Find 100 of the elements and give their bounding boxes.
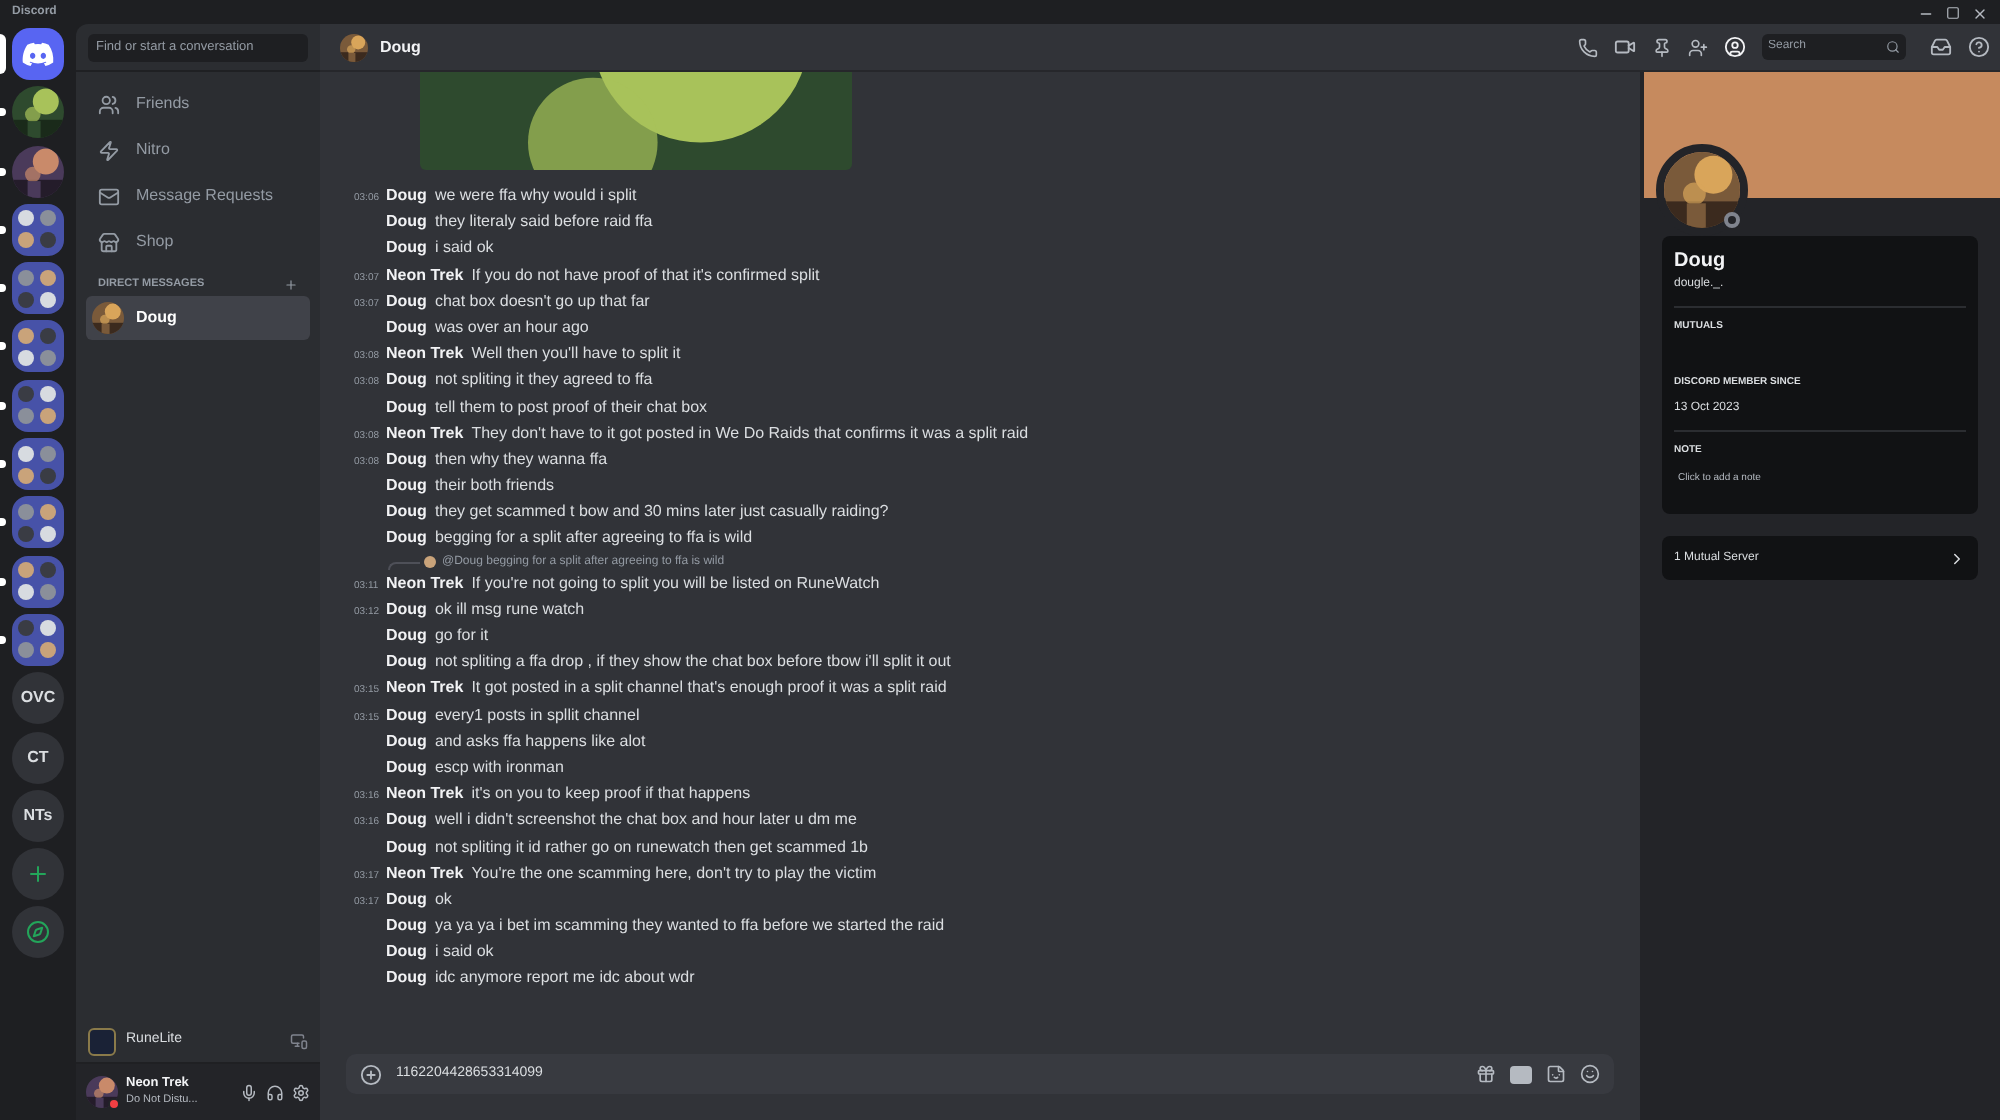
explore-button[interactable] xyxy=(12,906,64,959)
server-button[interactable] xyxy=(12,86,64,139)
message-text: not spliting it they agreed to ffa xyxy=(434,368,653,393)
message-author: Doug xyxy=(386,184,427,208)
person-icon xyxy=(98,93,120,115)
mail-icon xyxy=(98,185,120,207)
message-author: Doug xyxy=(386,474,427,499)
message-text: their both friends xyxy=(434,474,555,499)
message-text: i said ok xyxy=(434,236,494,261)
server-folder[interactable] xyxy=(12,613,64,666)
message-author: Doug xyxy=(386,289,427,314)
plus-icon[interactable] xyxy=(284,277,298,292)
chevron-right-icon xyxy=(1948,549,1966,567)
message-author: Neon Trek xyxy=(386,421,464,446)
reply-avatar xyxy=(424,556,436,569)
compass-icon xyxy=(26,920,50,945)
message-author: Doug xyxy=(386,210,427,235)
server-folder[interactable] xyxy=(12,438,64,491)
message-author: Neon Trek xyxy=(386,782,464,807)
message-text: You're the one scamming here, don't try to play the victim xyxy=(471,861,877,886)
server-folder[interactable] xyxy=(12,203,64,256)
message-author: Neon Trek xyxy=(386,861,464,886)
screen-icon[interactable] xyxy=(290,1032,308,1050)
message-text: ya ya ya i bet im scamming they wanted to ffa before we started the raid xyxy=(434,914,945,939)
profile-name: Doug xyxy=(1674,248,1728,276)
server-folder[interactable] xyxy=(12,262,64,315)
help-icon[interactable] xyxy=(1968,36,1990,58)
pin-icon[interactable] xyxy=(1652,37,1672,57)
message-text: They don't have to it got posted in We Do Raids that confirms it was a split raid xyxy=(471,421,1029,446)
message-text: they literaly said before raid ffa xyxy=(434,210,653,235)
gift-icon[interactable] xyxy=(1476,1064,1496,1084)
message-author: Doug xyxy=(386,624,427,648)
chat-title: Doug xyxy=(380,35,421,59)
emoji-icon[interactable] xyxy=(1580,1064,1600,1084)
lightning-icon xyxy=(98,139,120,161)
plus-icon xyxy=(26,862,50,887)
video-icon[interactable] xyxy=(1614,36,1636,58)
server-button[interactable]: OVC xyxy=(12,672,64,725)
headphones-icon[interactable] xyxy=(266,1083,284,1101)
message-text: tell them to post proof of their chat box xyxy=(434,395,708,419)
message-author: Neon Trek xyxy=(386,342,464,367)
message-text: we were ffa why would i split xyxy=(434,184,637,208)
message-text: It got posted in a split channel that's enough proof it was a split raid xyxy=(471,676,947,701)
server-folder[interactable] xyxy=(12,379,64,432)
message-author: Doug xyxy=(386,368,427,393)
dm-item[interactable]: Doug xyxy=(86,296,310,341)
message-text: every1 posts in spllit channel xyxy=(434,703,640,728)
message-text: begging for a split after agreeing to ffa is wild xyxy=(434,526,753,551)
add-server-button[interactable] xyxy=(12,848,64,901)
message-text: If you do not have proof of that it's confirmed split xyxy=(471,263,820,288)
message-author: Doug xyxy=(386,966,427,991)
message-text: ok ill msg rune watch xyxy=(434,597,585,622)
message-text: escp with ironman xyxy=(434,755,564,780)
server-folder[interactable] xyxy=(12,555,64,608)
microphone-icon[interactable] xyxy=(240,1083,258,1101)
message-text: not spliting a ffa drop , if they show the chat box before tbow i'll split it out xyxy=(434,650,951,675)
activity-icon xyxy=(88,1027,116,1055)
message-text: well i didn't screenshot the chat box and hour later u dm me xyxy=(434,808,857,833)
message-text: If you're not going to split you will be listed on RuneWatch xyxy=(471,571,880,596)
message-author: Doug xyxy=(386,887,427,912)
server-button[interactable] xyxy=(12,145,64,198)
message-text: go for it xyxy=(434,624,489,648)
message-author: Doug xyxy=(386,395,427,419)
inbox-icon[interactable] xyxy=(1930,36,1952,58)
server-button[interactable]: CT xyxy=(12,731,64,784)
message-author: Neon Trek xyxy=(386,676,464,701)
nav-item[interactable]: Message Requests xyxy=(86,174,310,218)
server-button[interactable]: NTs xyxy=(12,789,64,842)
message-text: i said ok xyxy=(434,940,494,965)
message-author: Doug xyxy=(386,914,427,939)
add-friend-icon[interactable] xyxy=(1688,37,1708,57)
message-text: and asks ffa happens like alot xyxy=(434,729,646,754)
home-button[interactable] xyxy=(12,28,64,80)
message-text: it's on you to keep proof if that happens xyxy=(471,782,751,807)
message-text: ok xyxy=(434,887,452,912)
nav-item[interactable]: Friends xyxy=(86,82,310,126)
message-author: Neon Trek xyxy=(386,571,464,596)
maximize-icon[interactable] xyxy=(1946,6,1960,20)
nav-item[interactable]: Shop xyxy=(86,220,310,264)
close-icon[interactable] xyxy=(1972,6,1988,22)
message-text: chat box doesn't go up that far xyxy=(434,289,650,314)
nav-item[interactable]: Nitro xyxy=(86,128,310,172)
message-text: Well then you'll have to split it xyxy=(471,342,681,367)
profile-icon[interactable] xyxy=(1724,36,1746,58)
add-attachment-icon[interactable] xyxy=(360,1063,382,1085)
server-folder[interactable] xyxy=(12,496,64,549)
message-author: Doug xyxy=(386,835,427,859)
message-text: then why they wanna ffa xyxy=(434,447,608,472)
server-folder[interactable] xyxy=(12,320,64,373)
controller-icon xyxy=(22,42,54,66)
store-icon xyxy=(98,231,120,253)
message-author: Doug xyxy=(386,500,427,525)
message-author: Doug xyxy=(386,940,427,965)
phone-icon[interactable] xyxy=(1578,37,1598,57)
sticker-icon[interactable] xyxy=(1546,1064,1566,1084)
message-author: Doug xyxy=(386,526,427,551)
message-text: they get scammed t bow and 30 mins later just casually raiding? xyxy=(434,500,889,525)
settings-icon[interactable] xyxy=(292,1083,310,1101)
dnd-status-icon xyxy=(108,1098,120,1110)
message-author: Doug xyxy=(386,729,427,754)
